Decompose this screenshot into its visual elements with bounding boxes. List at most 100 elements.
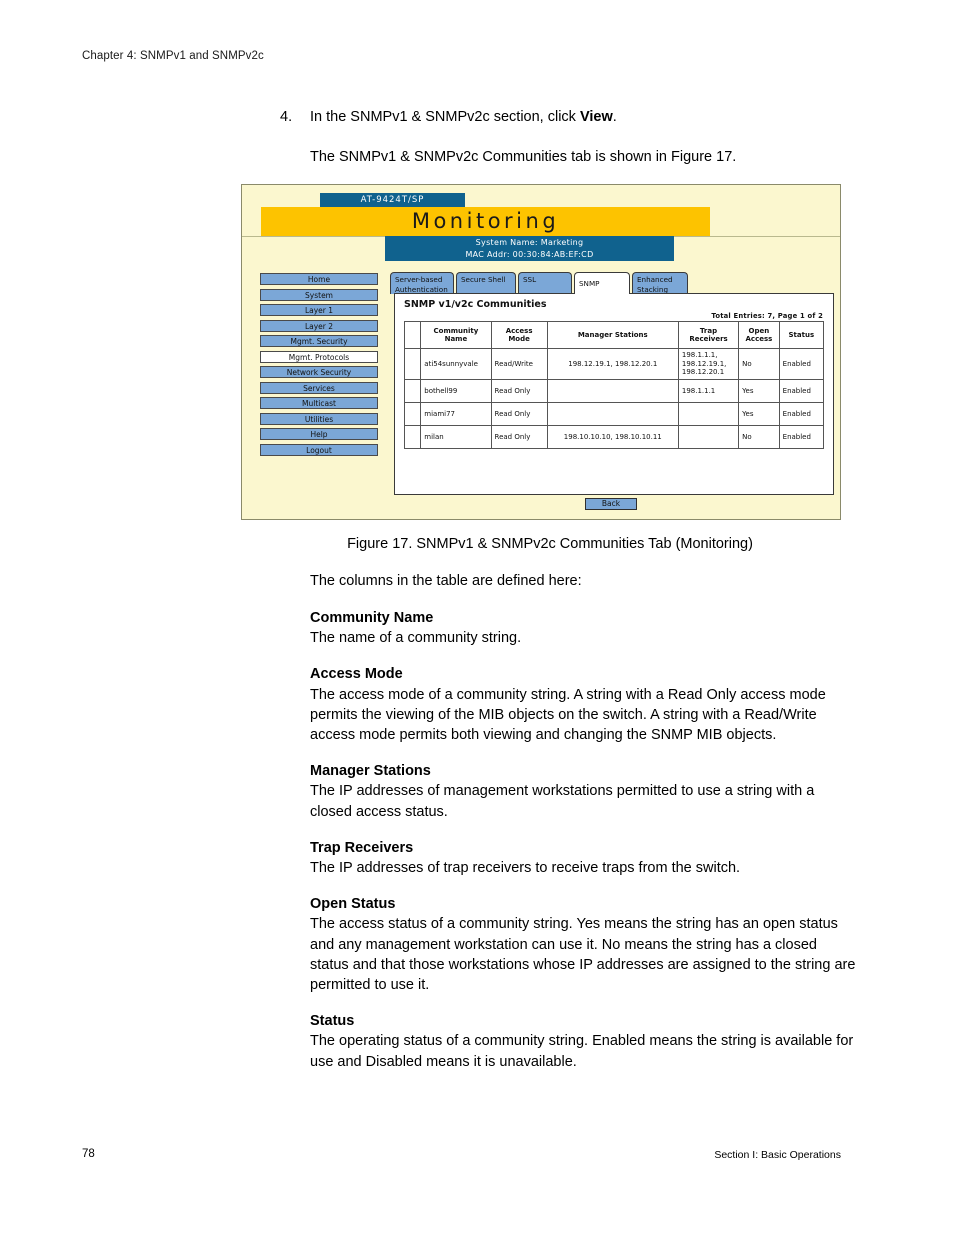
column-header-status: Status bbox=[778, 321, 825, 349]
cell-manager-stations: 198.10.10.10, 198.10.10.11 bbox=[546, 424, 679, 449]
step-text-prefix: In the SNMPv1 & SNMPv2c section, click bbox=[310, 109, 580, 125]
column-definitions: Community Name The name of a community s… bbox=[310, 608, 856, 1088]
definition-term: Access Mode bbox=[310, 666, 403, 683]
table-row[interactable]: miami77 Read Only Yes Enabled bbox=[403, 401, 825, 426]
table-row[interactable]: ati54sunnyvale Read/Write 198.12.19.1, 1… bbox=[403, 348, 825, 380]
column-header-select bbox=[403, 321, 422, 349]
table-row[interactable]: bothell99 Read Only 198.1.1.1 Yes Enable… bbox=[403, 378, 825, 403]
definition-description: The IP addresses of trap receivers to re… bbox=[310, 860, 741, 877]
gui-window: AT-9424T/SP Monitoring System Name: Mark… bbox=[242, 185, 840, 519]
sidebar-menu: Home System Layer 1 Layer 2 Mgmt. Securi… bbox=[260, 273, 378, 459]
step-text-suffix: . bbox=[612, 109, 617, 125]
cell-manager-stations: 198.12.19.1, 198.12.20.1 bbox=[546, 348, 679, 380]
step-followup: The SNMPv1 & SNMPv2c Communities tab is … bbox=[310, 149, 737, 165]
banner-title: Monitoring bbox=[411, 209, 560, 233]
table-row[interactable]: milan Read Only 198.10.10.10, 198.10.10.… bbox=[403, 424, 825, 449]
definition-manager-stations: Manager Stations The IP addresses of man… bbox=[310, 761, 856, 822]
cell-status: Enabled bbox=[778, 401, 825, 426]
cell-community-name: ati54sunnyvale bbox=[420, 348, 492, 380]
tab-snmp[interactable]: SNMP bbox=[574, 272, 630, 294]
cell-open-access: No bbox=[738, 424, 780, 449]
sidebar-item-mgmt-protocols[interactable]: Mgmt. Protocols bbox=[260, 350, 378, 363]
mac-address: MAC Addr: 00:30:84:AB:EF:CD bbox=[465, 249, 594, 259]
cell-trap-receivers bbox=[677, 401, 740, 426]
footer-page-number: 78 bbox=[82, 1148, 95, 1160]
sidebar-item-help[interactable]: Help bbox=[260, 428, 378, 440]
table-header-row: Community Name Access Mode Manager Stati… bbox=[403, 321, 825, 349]
cell-access-mode: Read Only bbox=[490, 401, 548, 426]
sidebar-item-logout[interactable]: Logout bbox=[260, 443, 378, 456]
cell-status: Enabled bbox=[778, 424, 825, 449]
communities-table: Community Name Access Mode Manager Stati… bbox=[403, 321, 825, 449]
definition-description: The access mode of a community string. A… bbox=[310, 686, 826, 744]
column-header-access-mode: Access Mode bbox=[490, 321, 548, 349]
monitoring-banner: Monitoring bbox=[261, 207, 710, 236]
cell-manager-stations bbox=[546, 401, 679, 426]
cell-open-access: No bbox=[738, 348, 780, 380]
sidebar-item-services[interactable]: Services bbox=[260, 381, 378, 394]
figure-caption: Figure 17. SNMPv1 & SNMPv2c Communities … bbox=[347, 536, 753, 552]
snmp-communities-panel: SNMP v1/v2c Communities Total Entries: 7… bbox=[394, 293, 834, 495]
panel-title: SNMP v1/v2c Communities bbox=[404, 299, 547, 310]
column-header-trap-receivers: Trap Receivers bbox=[677, 321, 740, 349]
cell-community-name: milan bbox=[420, 424, 492, 449]
step-number: 4. bbox=[280, 109, 293, 125]
cell-trap-receivers bbox=[677, 424, 740, 449]
back-button[interactable]: Back bbox=[585, 498, 637, 510]
definition-open-status: Open Status The access status of a commu… bbox=[310, 894, 856, 995]
definition-access-mode: Access Mode The access mode of a communi… bbox=[310, 664, 856, 745]
cell-status: Enabled bbox=[778, 378, 825, 403]
cell-access-mode: Read Only bbox=[490, 378, 548, 403]
tab-enhanced-stacking[interactable]: Enhanced Stacking bbox=[632, 272, 688, 294]
sidebar-item-network-security[interactable]: Network Security bbox=[260, 366, 378, 378]
cell-community-name: bothell99 bbox=[420, 378, 492, 403]
cell-status: Enabled bbox=[778, 348, 825, 380]
sidebar-item-layer-1[interactable]: Layer 1 bbox=[260, 304, 378, 316]
definition-description: The name of a community string. bbox=[310, 630, 522, 647]
sidebar-item-layer-2[interactable]: Layer 2 bbox=[260, 319, 378, 332]
definition-trap-receivers: Trap Receivers The IP addresses of trap … bbox=[310, 838, 856, 878]
sidebar-item-multicast[interactable]: Multicast bbox=[260, 397, 378, 409]
tab-secure-shell[interactable]: Secure Shell bbox=[456, 272, 516, 294]
tab-server-based-authentication[interactable]: Server-based Authentication bbox=[390, 272, 454, 294]
row-select-cell[interactable] bbox=[403, 348, 422, 380]
cell-trap-receivers: 198.1.1.1, 198.12.19.1, 198.12.20.1 bbox=[677, 348, 740, 380]
figure-screenshot: AT-9424T/SP Monitoring System Name: Mark… bbox=[241, 184, 841, 520]
step-bold-word: View bbox=[579, 109, 613, 125]
row-select-cell[interactable] bbox=[403, 401, 422, 426]
definition-term: Status bbox=[310, 1013, 355, 1030]
cell-access-mode: Read Only bbox=[490, 424, 548, 449]
definition-description: The IP addresses of management workstati… bbox=[310, 783, 815, 820]
system-name: System Name: Marketing bbox=[475, 238, 584, 247]
step-block: 4. In the SNMPv1 & SNMPv2c section, clic… bbox=[280, 108, 860, 167]
sidebar-item-home[interactable]: Home bbox=[260, 273, 378, 285]
cell-open-access: Yes bbox=[738, 378, 780, 403]
step-text: In the SNMPv1 & SNMPv2c section, click V… bbox=[310, 108, 860, 127]
row-select-cell[interactable] bbox=[403, 378, 422, 403]
tab-ssl[interactable]: SSL bbox=[518, 272, 572, 294]
columns-intro-text: The columns in the table are defined her… bbox=[310, 573, 582, 589]
cell-manager-stations bbox=[546, 378, 679, 403]
sidebar-item-utilities[interactable]: Utilities bbox=[260, 412, 378, 425]
definition-status: Status The operating status of a communi… bbox=[310, 1011, 856, 1072]
column-header-open-access: Open Access bbox=[738, 321, 780, 349]
definition-description: The access status of a community string.… bbox=[310, 916, 856, 994]
footer-section-label: Section I: Basic Operations bbox=[714, 1149, 841, 1161]
definition-term: Open Status bbox=[310, 896, 396, 913]
definition-term: Manager Stations bbox=[310, 763, 431, 780]
column-header-community-name: Community Name bbox=[420, 321, 492, 349]
definition-description: The operating status of a community stri… bbox=[310, 1033, 854, 1070]
cell-trap-receivers: 198.1.1.1 bbox=[677, 378, 740, 403]
definition-term: Trap Receivers bbox=[310, 839, 414, 856]
system-info-box: System Name: Marketing MAC Addr: 00:30:8… bbox=[385, 236, 674, 261]
cell-access-mode: Read/Write bbox=[490, 348, 548, 380]
total-entries-label: Total Entries: 7, Page 1 of 2 bbox=[711, 312, 823, 320]
definition-term: Community Name bbox=[310, 610, 434, 626]
running-head: Chapter 4: SNMPv1 and SNMPv2c bbox=[82, 50, 264, 62]
cell-community-name: miami77 bbox=[420, 401, 492, 426]
sidebar-item-system[interactable]: System bbox=[260, 288, 378, 301]
row-select-cell[interactable] bbox=[403, 424, 422, 449]
definition-community-name: Community Name The name of a community s… bbox=[310, 608, 856, 648]
column-header-manager-stations: Manager Stations bbox=[546, 321, 679, 349]
sidebar-item-mgmt-security[interactable]: Mgmt. Security bbox=[260, 335, 378, 347]
